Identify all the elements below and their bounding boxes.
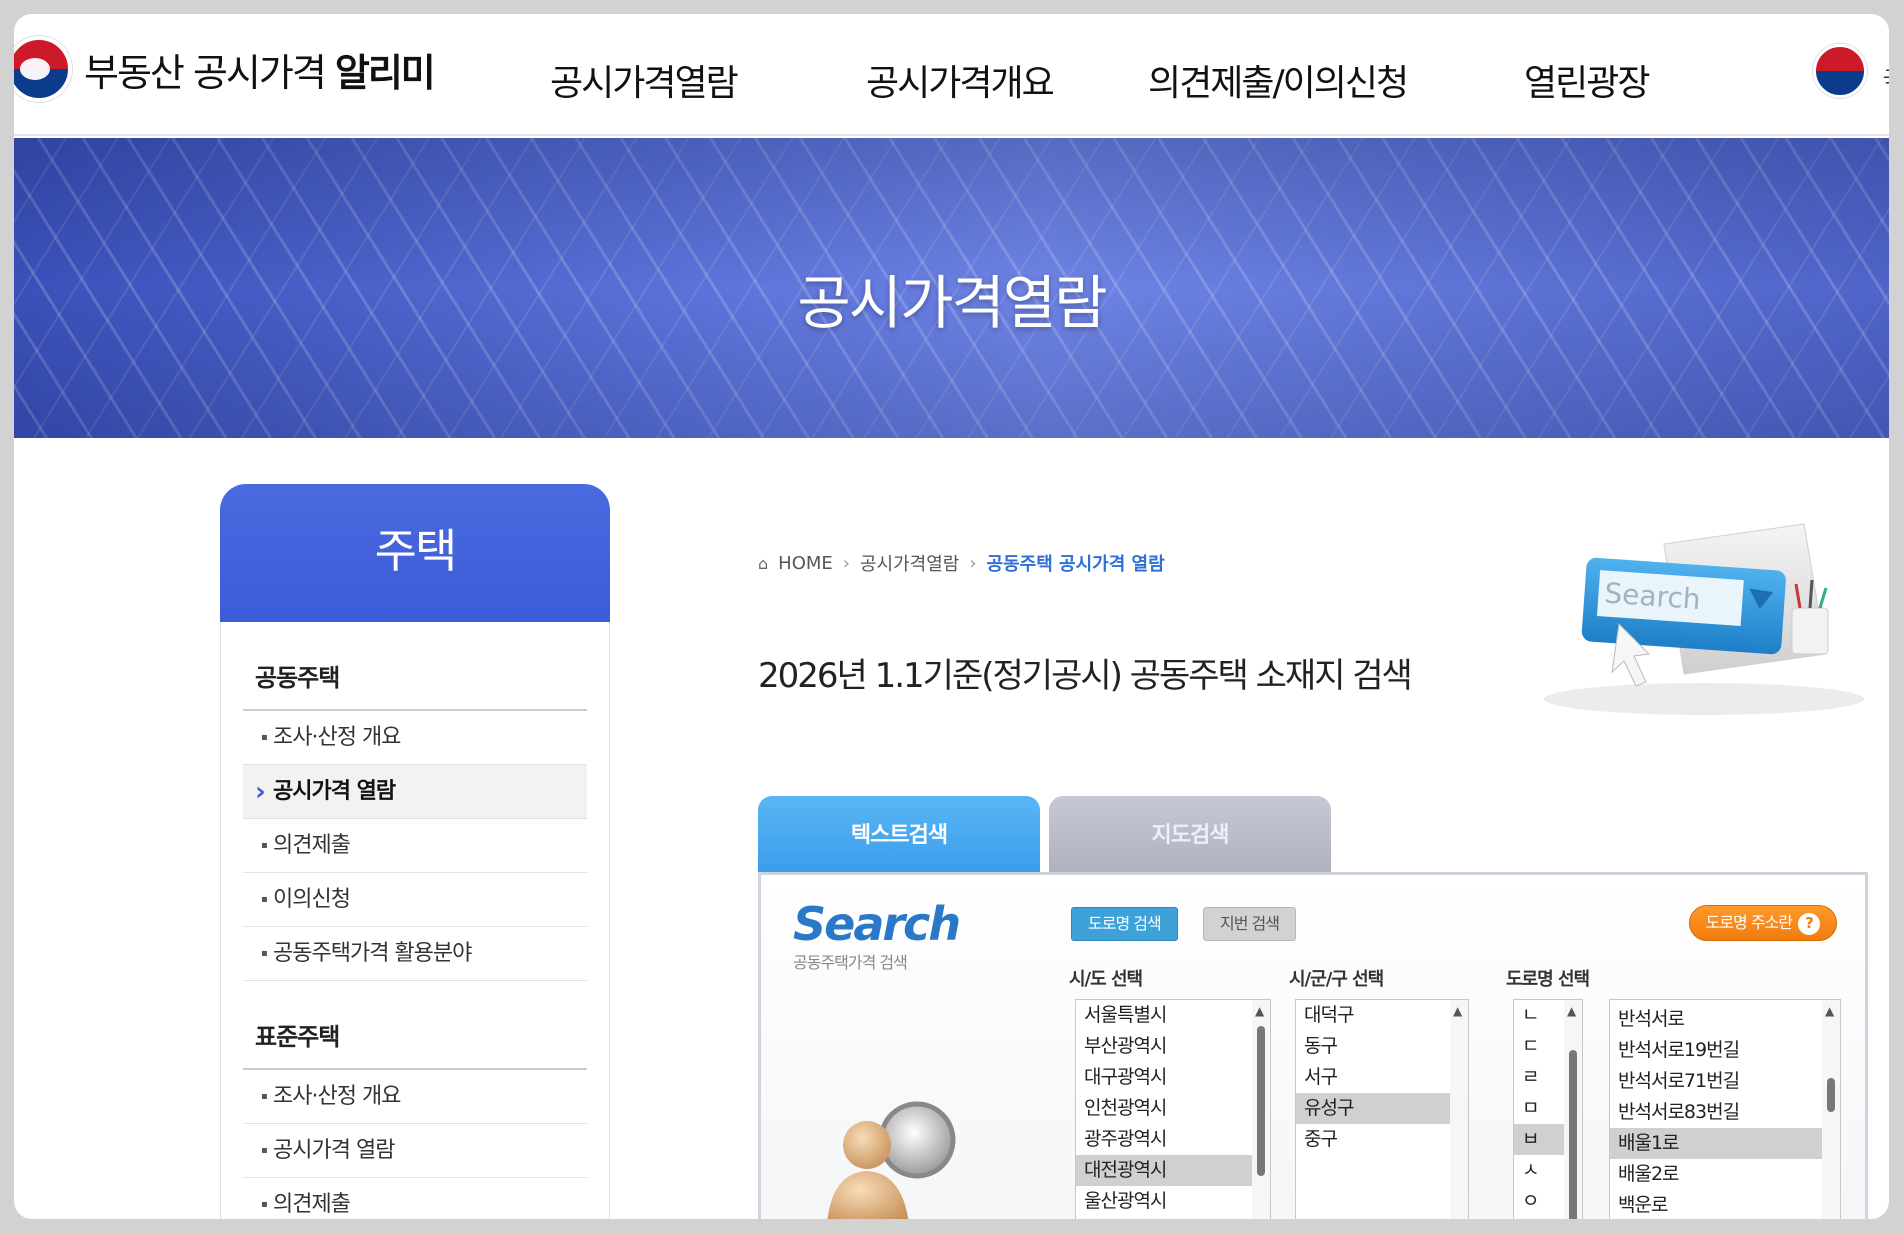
- road-address-guide-label: 도로명 주소란: [1705, 913, 1793, 932]
- page-title: 2026년 1.1기준(정기공시) 공동주택 소재지 검색: [758, 656, 1413, 696]
- nav-item-price-overview[interactable]: 공시가격개요: [866, 54, 1055, 106]
- tab-map-search[interactable]: 지도검색: [1049, 796, 1331, 876]
- road-address-guide-button[interactable]: 도로명 주소란?: [1688, 905, 1837, 941]
- sidebar-item-opinion[interactable]: 의견제출: [243, 819, 587, 873]
- breadcrumb-current: 공동주택 공시가격 열람: [986, 554, 1165, 575]
- scroll-up-icon[interactable]: ▲: [1825, 1004, 1834, 1018]
- site-title-prefix: 부동산 공시가격: [84, 50, 335, 95]
- sidebar-item-usage[interactable]: 공동주택가격 활용분야: [243, 927, 587, 981]
- scroll-thumb[interactable]: [1569, 1050, 1577, 1219]
- road-option[interactable]: 배울1로: [1610, 1128, 1840, 1159]
- site-title-bold: 알리미: [334, 50, 436, 95]
- search-panel: Search 공동주택가격 검색 도로명 검색 지번 검색 도로명 주소란? 시…: [758, 872, 1868, 1219]
- tab-text-search[interactable]: 텍스트검색: [758, 796, 1040, 876]
- sido-option[interactable]: 인천광역시: [1076, 1093, 1270, 1124]
- sido-option[interactable]: 세종특별자치시: [1076, 1217, 1270, 1219]
- road-scrollbar[interactable]: ▲: [1822, 1000, 1840, 1219]
- sido-option[interactable]: 서울특별시: [1076, 1000, 1270, 1031]
- chevron-right-icon: ›: [969, 552, 977, 574]
- sidebar-group-standard-house[interactable]: 표준주택: [243, 981, 587, 1070]
- road-option[interactable]: 배울2로: [1610, 1159, 1840, 1190]
- banner-title: 공시가격열람: [797, 269, 1107, 337]
- road-option[interactable]: 백운로: [1610, 1190, 1840, 1219]
- initial-scrollbar[interactable]: ▲: [1564, 1000, 1582, 1219]
- sidebar: 주택 공동주택 조사·산정 개요 공시가격 열람 의견제출 이의신청 공동주택가…: [220, 484, 610, 1219]
- nav-item-price-view[interactable]: 공시가격열람: [550, 54, 739, 106]
- road-label: 도로명 선택: [1506, 969, 1590, 990]
- nav-item-open-square[interactable]: 열린광장: [1524, 54, 1650, 106]
- sidebar-title: 주택: [220, 484, 610, 622]
- road-option[interactable]: 반석서로19번길: [1610, 1035, 1840, 1066]
- sidebar-item-price-view[interactable]: 공시가격 열람: [243, 765, 587, 819]
- person-magnifier-icon: [827, 1101, 956, 1219]
- header: 부동산 공시가격 알리미 공시가격열람 공시가격개요 의견제출/이의신청 열린광…: [14, 14, 1889, 136]
- sidebar-menu: 공동주택 조사·산정 개요 공시가격 열람 의견제출 이의신청 공동주택가격 활…: [220, 622, 610, 1219]
- search-logo-text: Search: [793, 897, 961, 951]
- scroll-up-icon[interactable]: ▲: [1255, 1004, 1264, 1018]
- sidebar-item-objection[interactable]: 이의신청: [243, 873, 587, 927]
- road-select[interactable]: 반석서로반석서로19번길반석서로71번길반석서로83번길배울1로배울2로백운로복…: [1609, 999, 1841, 1219]
- sidebar-item-survey-overview[interactable]: 조사·산정 개요: [243, 711, 587, 765]
- scroll-thumb[interactable]: [1827, 1078, 1835, 1112]
- sido-select[interactable]: 서울특별시부산광역시대구광역시인천광역시광주광역시대전광역시울산광역시세종특별자…: [1075, 999, 1271, 1219]
- question-icon: ?: [1798, 913, 1820, 935]
- sido-option[interactable]: 대전광역시: [1076, 1155, 1270, 1186]
- search-panel-logo: Search 공동주택가격 검색: [793, 897, 961, 973]
- road-option[interactable]: 반석서로: [1610, 1004, 1840, 1035]
- road-name-search-button[interactable]: 도로명 검색: [1071, 907, 1178, 941]
- breadcrumb-level1[interactable]: 공시가격열람: [860, 550, 959, 576]
- sigungu-option[interactable]: 유성구: [1296, 1093, 1468, 1124]
- home-icon: ⌂: [758, 553, 769, 573]
- breadcrumb: ⌂ HOME › 공시가격열람 › 공동주택 공시가격 열람: [758, 550, 1165, 576]
- road-options: 반석서로반석서로19번길반석서로71번길반석서로83번길배울1로배울2로백운로복…: [1610, 1000, 1840, 1219]
- page: 부동산 공시가격 알리미 공시가격열람 공시가격개요 의견제출/이의신청 열린광…: [14, 14, 1889, 1219]
- search-illustration-text: Search: [1603, 576, 1701, 616]
- sido-option[interactable]: 광주광역시: [1076, 1124, 1270, 1155]
- road-option[interactable]: 반석서로83번길: [1610, 1097, 1840, 1128]
- sido-scrollbar[interactable]: ▲: [1252, 1000, 1270, 1219]
- sigungu-option[interactable]: 대덕구: [1296, 1000, 1468, 1031]
- gov-link-text[interactable]: 국: [1883, 62, 1889, 94]
- sigungu-option[interactable]: 중구: [1296, 1124, 1468, 1155]
- page-banner: 공시가격열람: [14, 138, 1889, 438]
- sido-option[interactable]: 대구광역시: [1076, 1062, 1270, 1093]
- sigungu-option[interactable]: 동구: [1296, 1031, 1468, 1062]
- chevron-right-icon: ›: [842, 552, 850, 574]
- taegeuk-emblem-icon: [14, 36, 72, 102]
- sido-option[interactable]: 울산광역시: [1076, 1186, 1270, 1217]
- sigungu-scrollbar[interactable]: ▲: [1450, 1000, 1468, 1219]
- sidebar-item-std-survey-overview[interactable]: 조사·산정 개요: [243, 1070, 587, 1124]
- sigungu-option[interactable]: 서구: [1296, 1062, 1468, 1093]
- sigungu-select[interactable]: 대덕구 동구 서구 유성구 중구 ▲: [1295, 999, 1469, 1219]
- initial-consonant-select[interactable]: ㄴㄷㄹㅁㅂㅅㅇㅈ ▲: [1513, 999, 1583, 1219]
- nav-item-opinion-objection[interactable]: 의견제출/이의신청: [1148, 54, 1409, 106]
- scroll-up-icon[interactable]: ▲: [1567, 1004, 1576, 1018]
- sidebar-group-apartment[interactable]: 공동주택: [243, 622, 587, 711]
- lot-number-search-button[interactable]: 지번 검색: [1203, 907, 1296, 941]
- breadcrumb-home[interactable]: HOME: [778, 553, 833, 574]
- sigungu-options: 대덕구 동구 서구 유성구 중구: [1296, 1000, 1468, 1155]
- scroll-thumb[interactable]: [1257, 1026, 1265, 1176]
- sigungu-label: 시/군/구 선택: [1289, 969, 1384, 990]
- site-title: 부동산 공시가격 알리미: [84, 42, 436, 97]
- site-logo[interactable]: 부동산 공시가격 알리미: [14, 36, 436, 102]
- scroll-up-icon[interactable]: ▲: [1453, 1004, 1462, 1018]
- government-emblem-icon[interactable]: [1813, 44, 1867, 98]
- sidebar-item-std-opinion[interactable]: 의견제출: [243, 1178, 587, 1219]
- search-logo-subtitle: 공동주택가격 검색: [793, 953, 908, 972]
- road-option[interactable]: 반석서로71번길: [1610, 1066, 1840, 1097]
- sido-label: 시/도 선택: [1069, 969, 1143, 990]
- sido-options: 서울특별시부산광역시대구광역시인천광역시광주광역시대전광역시울산광역시세종특별자…: [1076, 1000, 1270, 1219]
- sido-option[interactable]: 부산광역시: [1076, 1031, 1270, 1062]
- sidebar-item-std-price-view[interactable]: 공시가격 열람: [243, 1124, 587, 1178]
- search-illustration-icon: Search: [1544, 523, 1864, 715]
